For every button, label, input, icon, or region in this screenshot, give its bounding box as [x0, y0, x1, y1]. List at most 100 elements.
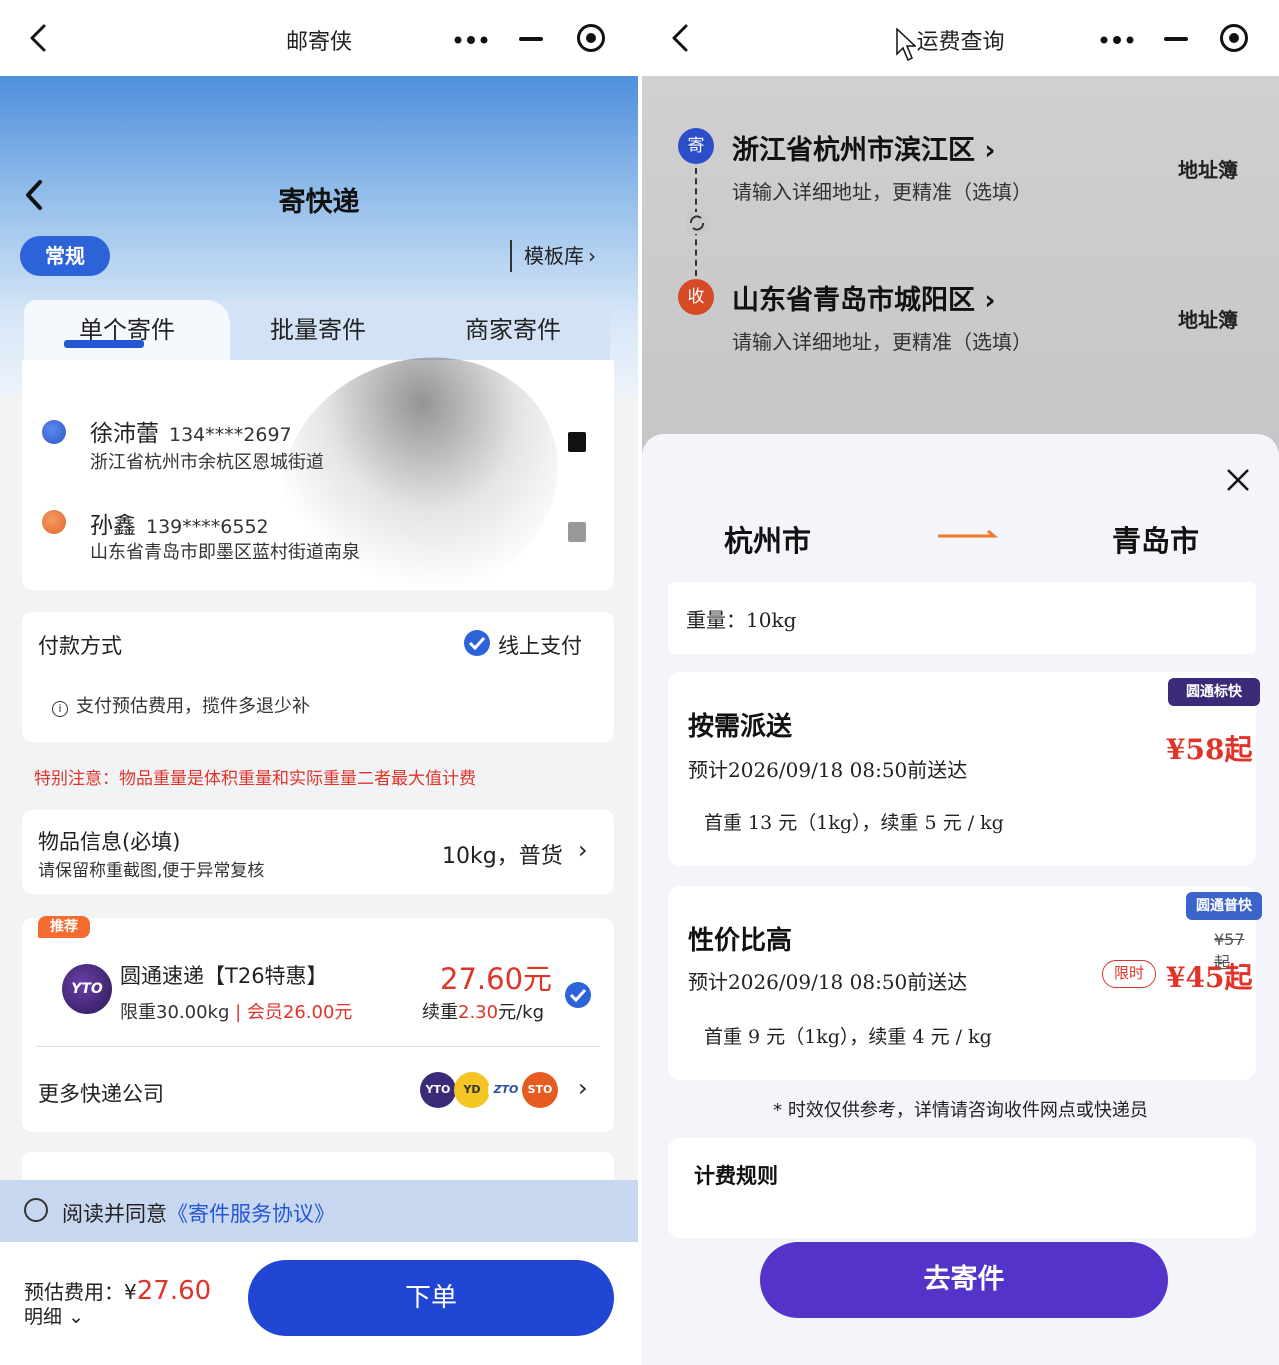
yto-logo-icon: YTO [420, 1072, 456, 1108]
send-type-tabs: 单个寄件 批量寄件 商家寄件 [24, 300, 610, 360]
carrier-price: 27.60元 [440, 962, 553, 996]
sender-phone: 134****2697 [169, 424, 292, 446]
mode-pill[interactable]: 常规 [20, 236, 110, 276]
service-price: ¥58起 [1166, 733, 1253, 766]
swap-icon[interactable] [686, 212, 708, 234]
detail-toggle[interactable]: 明细 ⌄ [24, 1302, 84, 1329]
billing-rules-card: 计费规则 [668, 1138, 1256, 1238]
extra-value: 2.30 [458, 1002, 499, 1023]
member-price: 会员26.00元 [246, 1002, 353, 1023]
left-screen: 邮寄侠 寄快递 常规 模板库 › 单个寄件 批量寄件 商家寄件 徐沛蕾 134***… [0, 0, 638, 1365]
mouse-cursor-icon [896, 28, 916, 62]
item-subtitle: 请保留称重截图,便于异常复核 [38, 861, 265, 881]
more-carriers-label[interactable]: 更多快递公司 [38, 1078, 164, 1108]
service-card[interactable]: 性价比高 预计2026/09/18 08:50前送达 ¥57起 限时 ¥45起 … [668, 886, 1256, 1080]
origin-region[interactable]: 浙江省杭州市滨江区 › [732, 128, 996, 167]
close-target-icon[interactable] [577, 24, 605, 52]
page-title: 寄快递 [278, 187, 360, 218]
chevron-right-icon: › [984, 135, 996, 166]
service-rate: 首重 13 元（1kg），续重 5 元 / kg [704, 812, 1004, 834]
info-icon: i [52, 701, 68, 717]
more-icon[interactable] [454, 36, 488, 44]
origin-address-book[interactable]: 地址簿 [1178, 154, 1238, 183]
item-title: 物品信息(必填) [38, 830, 181, 854]
destination-address-book[interactable]: 地址簿 [1178, 304, 1238, 333]
template-link[interactable]: 模板库 › [510, 240, 596, 272]
right-screen: 运费查询 寄 收 浙江省杭州市滨江区 › 请输入详细地址，更精准（选填） 地址簿… [642, 0, 1279, 1365]
timing-note: * 时效仅供参考，详情请咨询收件网点或快递员 [773, 1100, 1148, 1121]
carrier-name: 圆通速递【T26特惠】 [120, 964, 328, 988]
payment-note-text: 支付预估费用，揽件多退少补 [76, 696, 310, 717]
selected-check-icon[interactable] [565, 982, 591, 1008]
payment-note: i 支付预估费用，揽件多退少补 [52, 692, 310, 718]
chevron-down-icon: ⌄ [68, 1306, 84, 1328]
weight-warning: 特别注意：物品重量是体积重量和实际重量二者最大值计费 [34, 769, 476, 789]
more-icon[interactable] [1100, 36, 1134, 44]
receiver-line[interactable]: 孙鑫 139****6552 [90, 506, 269, 540]
billing-rules-title: 计费规则 [694, 1164, 778, 1188]
sender-badge: 寄 [678, 128, 714, 164]
address-book-icon[interactable] [568, 522, 586, 542]
payment-label: 付款方式 [38, 634, 122, 658]
checked-icon[interactable] [464, 630, 490, 656]
receiver-phone: 139****6552 [146, 516, 269, 538]
close-icon[interactable] [1226, 468, 1250, 492]
agree-checkbox[interactable] [24, 1198, 48, 1222]
currency: ¥ [124, 1280, 137, 1304]
template-link-label: 模板库 [524, 244, 584, 268]
payment-method[interactable]: 线上支付 [498, 630, 582, 660]
minimize-icon[interactable] [1164, 37, 1188, 41]
weight-row[interactable]: 重量：10kg [668, 582, 1256, 654]
destination-text: 山东省青岛市城阳区 [732, 285, 975, 316]
mini-program-topbar: 邮寄侠 [0, 0, 638, 76]
service-tag: 圆通普快 [1186, 892, 1262, 920]
service-rate: 首重 9 元（1kg），续重 4 元 / kg [704, 1026, 992, 1048]
carrier-limits: 限重30.00kg | 会员26.00元 [120, 1002, 353, 1023]
service-eta: 预计2026/09/18 08:50前送达 [688, 970, 968, 994]
tab-single[interactable]: 单个寄件 [24, 300, 230, 360]
extra-unit: 元/kg [498, 1002, 544, 1023]
minimize-icon[interactable] [519, 37, 543, 41]
close-target-icon[interactable] [1220, 24, 1248, 52]
service-title: 按需派送 [688, 712, 793, 742]
service-title: 性价比高 [688, 926, 793, 956]
agreement-text: 阅读并同意《寄件服务协议》 [62, 1198, 335, 1228]
sto-logo-icon: STO [522, 1072, 558, 1108]
chevron-right-icon: › [984, 285, 996, 316]
yunda-logo-icon: YD [454, 1072, 490, 1108]
sender-line[interactable]: 徐沛蕾 134****2697 [90, 414, 292, 448]
carrier-extra-rate: 续重2.30元/kg [422, 998, 544, 1024]
chevron-right-icon: › [578, 836, 588, 864]
destination-detail-input[interactable]: 请输入详细地址，更精准（选填） [732, 326, 1032, 355]
tab-label: 单个寄件 [79, 316, 175, 344]
estimate-amount: 27.60 [136, 1276, 212, 1306]
tab-merchant[interactable]: 商家寄件 [416, 300, 610, 360]
origin-detail-input[interactable]: 请输入详细地址，更精准（选填） [732, 176, 1032, 205]
estimate-label: 预估费用： [24, 1280, 124, 1304]
chevron-right-icon: › [578, 1074, 588, 1102]
origin-text: 浙江省杭州市滨江区 [732, 135, 975, 166]
to-city: 青岛市 [1112, 524, 1200, 558]
sender-name: 徐沛蕾 [90, 421, 159, 447]
place-order-button[interactable]: 下单 [248, 1260, 614, 1336]
carrier-logo: YTO [62, 964, 112, 1014]
receiver-dot-icon [42, 510, 66, 534]
mini-program-topbar: 运费查询 [642, 0, 1279, 76]
item-info-row[interactable]: 物品信息(必填) 请保留称重截图,便于异常复核 10kg，普货 › [22, 810, 614, 894]
route-arrow-icon [938, 530, 998, 538]
service-tag: 圆通标快 [1168, 678, 1260, 706]
address-book-icon[interactable] [568, 432, 586, 452]
destination-region[interactable]: 山东省青岛市城阳区 › [732, 278, 996, 317]
divider [36, 1046, 600, 1047]
go-send-button[interactable]: 去寄件 [760, 1242, 1168, 1318]
agreement-prefix: 阅读并同意 [62, 1202, 167, 1226]
detail-label: 明细 [24, 1306, 63, 1328]
tab-batch[interactable]: 批量寄件 [220, 300, 416, 360]
chevron-right-icon: › [588, 244, 596, 268]
weight: 重量：10kg [686, 604, 796, 633]
item-value: 10kg，普货 [442, 844, 563, 869]
agreement-bar: 阅读并同意《寄件服务协议》 [0, 1180, 638, 1242]
service-eta: 预计2026/09/18 08:50前送达 [688, 758, 968, 782]
agreement-link[interactable]: 《寄件服务协议》 [167, 1202, 335, 1226]
weight-label: 重量： [686, 608, 746, 632]
